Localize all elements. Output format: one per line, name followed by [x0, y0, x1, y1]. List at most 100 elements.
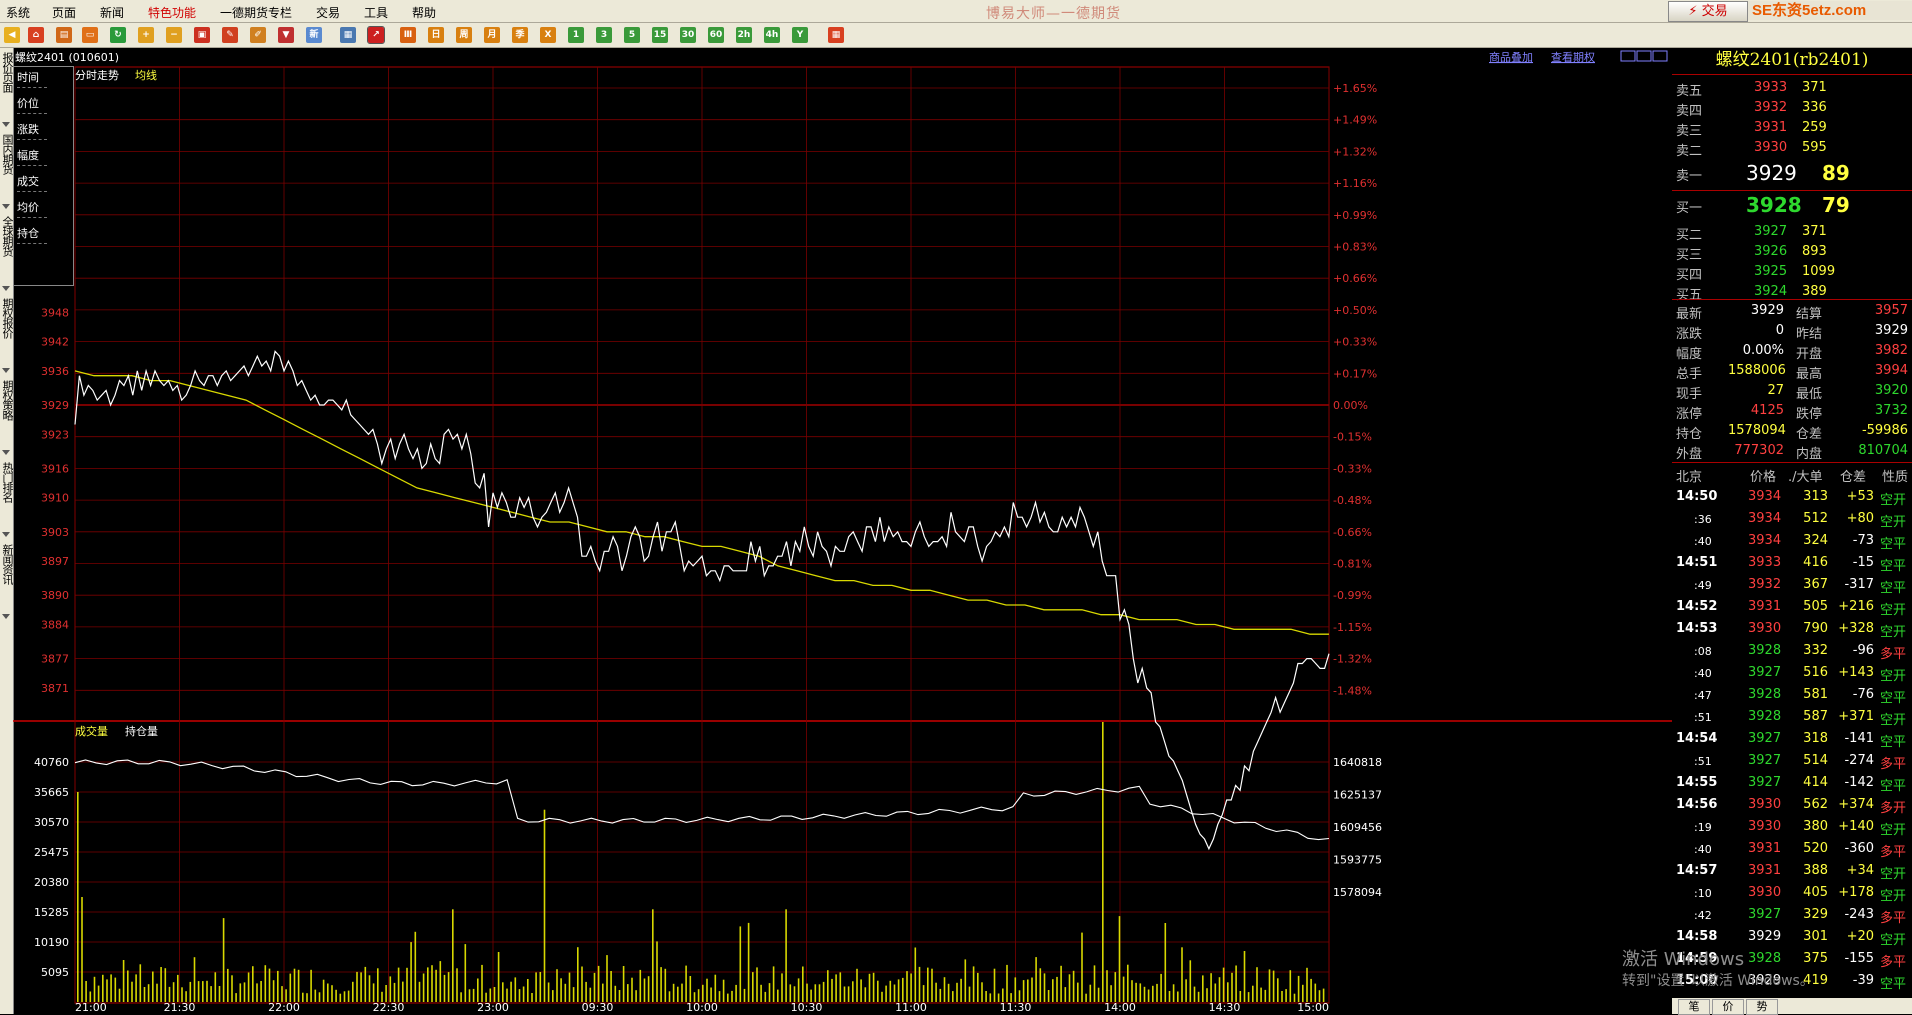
- tab-news[interactable]: 新闻资讯: [0, 544, 14, 606]
- panel-max-icon[interactable]: [1652, 50, 1668, 62]
- trade-oi-diff: +328: [1838, 621, 1874, 636]
- volume-bar: [1256, 967, 1258, 1002]
- volume-bar: [1043, 973, 1046, 1002]
- menu-tools[interactable]: 工具: [364, 4, 388, 21]
- folder-icon[interactable]: ▭: [82, 27, 98, 43]
- trade-row[interactable]: 14:53 3930 790 +328 空开: [1672, 618, 1912, 640]
- week-icon[interactable]: 周: [456, 27, 472, 43]
- month-icon[interactable]: 月: [484, 27, 500, 43]
- volume-bar: [210, 986, 212, 1002]
- draw-icon[interactable]: ✐: [250, 27, 266, 43]
- period-2h-button[interactable]: 2h: [736, 27, 752, 43]
- trade-row[interactable]: :47 3928 581 -76 空平: [1672, 684, 1912, 706]
- menu-news[interactable]: 新闻: [100, 4, 124, 21]
- period-5-button[interactable]: 5: [624, 27, 640, 43]
- period-30-button[interactable]: 30: [680, 27, 696, 43]
- book-icon[interactable]: ▤: [56, 27, 72, 43]
- bid1-price: 3928: [1746, 193, 1802, 217]
- volume-bar: [472, 988, 475, 1002]
- trade-button[interactable]: ⚡ 交易: [1668, 1, 1748, 22]
- trade-row[interactable]: :42 3927 329 -243 多平: [1672, 904, 1912, 926]
- volume-bar: [393, 982, 396, 1002]
- table-icon[interactable]: ▦: [340, 27, 356, 43]
- filter-icon[interactable]: ▼: [278, 27, 294, 43]
- trade-row[interactable]: :08 3928 332 -96 多平: [1672, 640, 1912, 662]
- period-year-button[interactable]: Y: [792, 27, 808, 43]
- period-1-button[interactable]: 1: [568, 27, 584, 43]
- trade-row[interactable]: :40 3927 516 +143 空开: [1672, 662, 1912, 684]
- panel-split-icon[interactable]: [1636, 50, 1652, 62]
- trade-row[interactable]: 14:52 3931 505 +216 空开: [1672, 596, 1912, 618]
- volume-bar: [802, 966, 804, 1002]
- stat-value: 4125: [1750, 403, 1784, 418]
- menu-system[interactable]: 系统: [6, 4, 30, 21]
- volume-bar: [439, 961, 442, 1002]
- link-view-options[interactable]: 查看期权: [1551, 50, 1595, 64]
- trade-row[interactable]: :36 3934 512 +80 空开: [1672, 508, 1912, 530]
- volume-bar: [110, 974, 112, 1002]
- trade-row[interactable]: :49 3932 367 -317 空平: [1672, 574, 1912, 596]
- trade-row[interactable]: :51 3928 587 +371 空开: [1672, 706, 1912, 728]
- trade-row[interactable]: :51 3927 514 -274 多平: [1672, 750, 1912, 772]
- tab-trend[interactable]: 势: [1746, 999, 1778, 1015]
- trade-row[interactable]: :40 3934 324 -73 空平: [1672, 530, 1912, 552]
- volume-bar: [422, 973, 425, 1002]
- tab-domestic-futures[interactable]: 国内期货: [0, 134, 14, 196]
- quote-bottom-tabs: 笔 价 势: [1672, 998, 1912, 1015]
- menu-features[interactable]: 特色功能: [148, 4, 196, 21]
- timeshare-chart-icon[interactable]: ↗: [367, 26, 385, 44]
- trade-row[interactable]: :19 3930 380 +140 空开: [1672, 816, 1912, 838]
- trade-volume: 405: [1803, 885, 1828, 900]
- volume-bar: [202, 981, 204, 1002]
- tab-quote-page[interactable]: 报价页面: [0, 52, 14, 114]
- season-icon[interactable]: 季: [512, 27, 528, 43]
- refresh-icon[interactable]: ↻: [110, 27, 126, 43]
- volume-bar: [364, 966, 367, 1002]
- home-icon[interactable]: ⌂: [28, 27, 44, 43]
- tab-price[interactable]: 价: [1712, 999, 1744, 1015]
- close-icon[interactable]: X: [540, 27, 556, 43]
- tab-option-strategy[interactable]: 期权策略: [0, 380, 14, 442]
- day-icon[interactable]: 日: [428, 27, 444, 43]
- trade-row[interactable]: :40 3931 520 -360 多平: [1672, 838, 1912, 860]
- trade-row[interactable]: 14:54 3927 318 -141 空平: [1672, 728, 1912, 750]
- zoom-in-icon[interactable]: +: [138, 27, 154, 43]
- trade-nature: 空平: [1880, 537, 1907, 552]
- trade-time: 14:55: [1676, 775, 1718, 790]
- trade-row[interactable]: 14:56 3930 562 +374 多开: [1672, 794, 1912, 816]
- back-icon[interactable]: ◀: [4, 27, 20, 43]
- volume-bar: [318, 992, 321, 1002]
- volume-bar: [1239, 991, 1242, 1002]
- left-vertical-tabs: 报价页面 国内期货 全球期货 期权报价 期权策略 热门排名 新闻资讯: [0, 48, 14, 1014]
- kline-icon[interactable]: Ⅲ: [400, 27, 416, 43]
- time-tick: 11:00: [895, 1001, 927, 1014]
- calculator-icon[interactable]: ▦: [828, 27, 844, 43]
- tab-ticks[interactable]: 笔: [1678, 999, 1710, 1015]
- tab-global-futures[interactable]: 全球期货: [0, 216, 14, 278]
- timeshare-chart[interactable]: 螺纹2401 (010601) 商品叠加 查看期权 分时走势 均线 成交量 持仓…: [13, 48, 1672, 1014]
- menu-trade[interactable]: 交易: [316, 4, 340, 21]
- window-icon[interactable]: ▣: [194, 27, 210, 43]
- menu-page[interactable]: 页面: [52, 4, 76, 21]
- news-icon[interactable]: 新: [306, 27, 322, 43]
- period-60-button[interactable]: 60: [708, 27, 724, 43]
- volume-bar: [952, 991, 954, 1002]
- period-3-button[interactable]: 3: [596, 27, 612, 43]
- trade-row[interactable]: 14:55 3927 414 -142 空平: [1672, 772, 1912, 794]
- pen-icon[interactable]: ✎: [222, 27, 238, 43]
- trade-row[interactable]: 14:50 3934 313 +53 空开: [1672, 486, 1912, 508]
- zoom-out-icon[interactable]: −: [166, 27, 182, 43]
- trade-row[interactable]: 14:51 3933 416 -15 空平: [1672, 552, 1912, 574]
- tab-hot-ranking[interactable]: 热门排名: [0, 462, 14, 524]
- period-4h-button[interactable]: 4h: [764, 27, 780, 43]
- menu-column[interactable]: 一德期货专栏: [220, 4, 292, 21]
- trade-row[interactable]: 14:57 3931 388 +34 空开: [1672, 860, 1912, 882]
- panel-layout-icon[interactable]: [1620, 50, 1636, 62]
- trade-row[interactable]: :10 3930 405 +178 空开: [1672, 882, 1912, 904]
- tab-option-quotes[interactable]: 期权报价: [0, 298, 14, 360]
- volume-bar: [97, 985, 100, 1002]
- period-15-button[interactable]: 15: [652, 27, 668, 43]
- menu-help[interactable]: 帮助: [412, 4, 436, 21]
- trade-nature: 空开: [1880, 603, 1907, 618]
- link-commodity-overlay[interactable]: 商品叠加: [1489, 50, 1533, 64]
